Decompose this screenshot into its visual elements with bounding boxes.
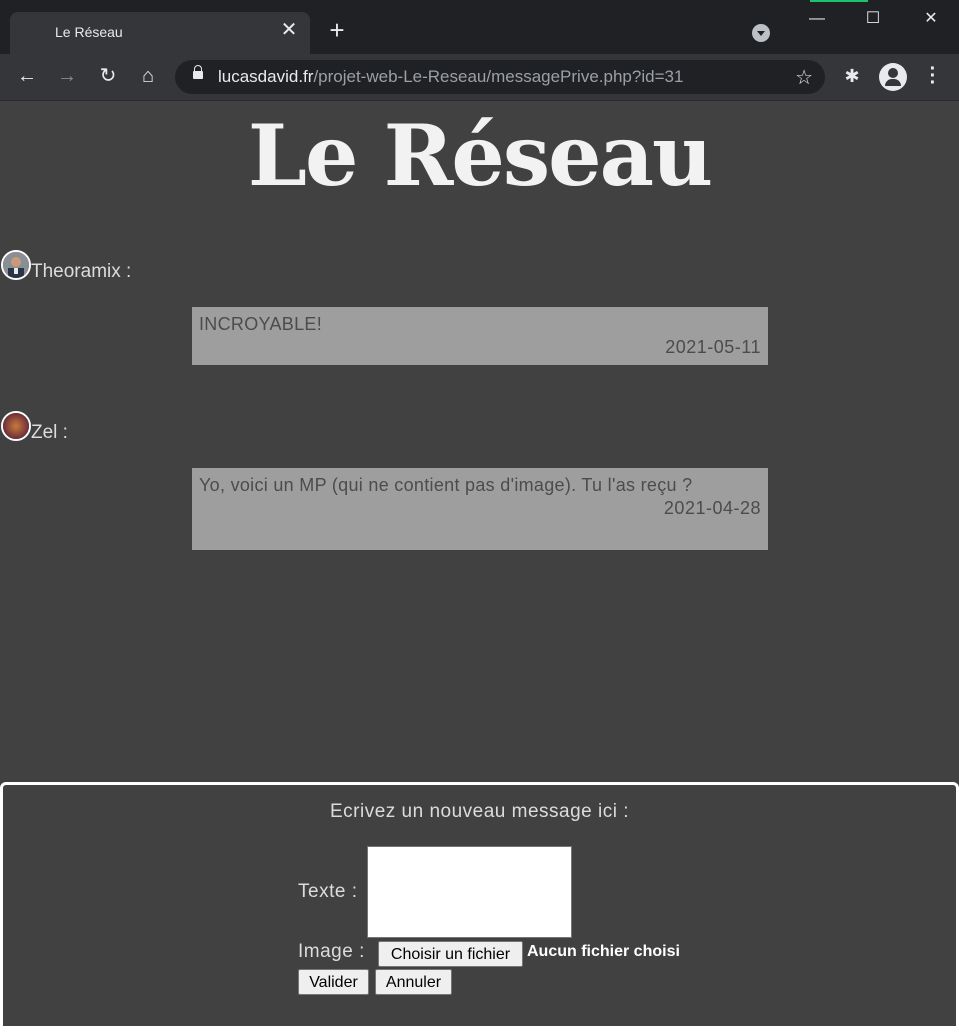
compose-title: Ecrivez un nouveau message ici :: [329, 801, 630, 822]
browser-tab[interactable]: Le Réseau ✕: [10, 12, 310, 54]
compose-form: Ecrivez un nouveau message ici : Texte :…: [0, 782, 959, 1029]
profile-icon[interactable]: [879, 63, 907, 91]
star-icon[interactable]: ☆: [795, 65, 813, 90]
forward-icon[interactable]: →: [55, 64, 79, 88]
author-name: Theoramix :: [31, 261, 132, 282]
message-date: 2021-04-28: [663, 498, 761, 518]
choose-file-button[interactable]: Choisir un fichier: [378, 941, 523, 967]
site-title: Le Réseau: [247, 106, 713, 205]
minimize-icon[interactable]: —: [794, 8, 840, 30]
url-host: lucasdavid.fr: [218, 67, 314, 86]
back-icon[interactable]: ←: [15, 64, 39, 88]
browser-toolbar: ← → ↻ ⌂ lucasdavid.fr/projet-web-Le-Rese…: [0, 54, 959, 101]
message-textarea[interactable]: [367, 846, 572, 938]
address-bar[interactable]: lucasdavid.fr/projet-web-Le-Reseau/messa…: [175, 60, 825, 94]
cancel-button[interactable]: Annuler: [375, 969, 452, 995]
text-label: Texte :: [298, 881, 358, 902]
close-tab-icon[interactable]: ✕: [280, 20, 298, 40]
message-text: INCROYABLE!: [199, 314, 322, 334]
menu-icon[interactable]: · · ·: [923, 59, 943, 93]
home-icon[interactable]: ⌂: [136, 64, 160, 88]
tab-search-icon[interactable]: [752, 24, 770, 42]
submit-button[interactable]: Valider: [298, 969, 369, 995]
message-date: 2021-05-11: [665, 337, 761, 357]
url-path: /projet-web-Le-Reseau/messagePrive.php?i…: [313, 67, 684, 86]
maximize-icon[interactable]: ☐: [850, 8, 896, 30]
lock-icon[interactable]: [193, 65, 203, 79]
reload-icon[interactable]: ↻: [96, 64, 120, 88]
window-accent: [810, 0, 868, 2]
avatar: [1, 250, 31, 280]
tab-title: Le Réseau: [55, 24, 123, 40]
file-status: Aucun fichier choisi: [527, 943, 680, 960]
author-name: Zel :: [31, 422, 68, 443]
message-bubble: INCROYABLE! 2021-05-11: [192, 307, 768, 365]
image-label: Image :: [298, 941, 365, 962]
url-text[interactable]: lucasdavid.fr/projet-web-Le-Reseau/messa…: [218, 67, 683, 87]
message-text: Yo, voici un MP (qui ne contient pas d'i…: [199, 475, 693, 495]
avatar: [1, 411, 31, 441]
new-tab-icon[interactable]: +: [326, 17, 348, 43]
tab-strip: Le Réseau ✕ + — ☐ ✕: [0, 0, 959, 54]
close-window-icon[interactable]: ✕: [908, 8, 954, 30]
avatar-photo: [3, 413, 29, 439]
avatar-photo: [3, 252, 29, 278]
message-bubble: Yo, voici un MP (qui ne contient pas d'i…: [192, 468, 768, 550]
extensions-icon[interactable]: ✱: [842, 66, 862, 86]
